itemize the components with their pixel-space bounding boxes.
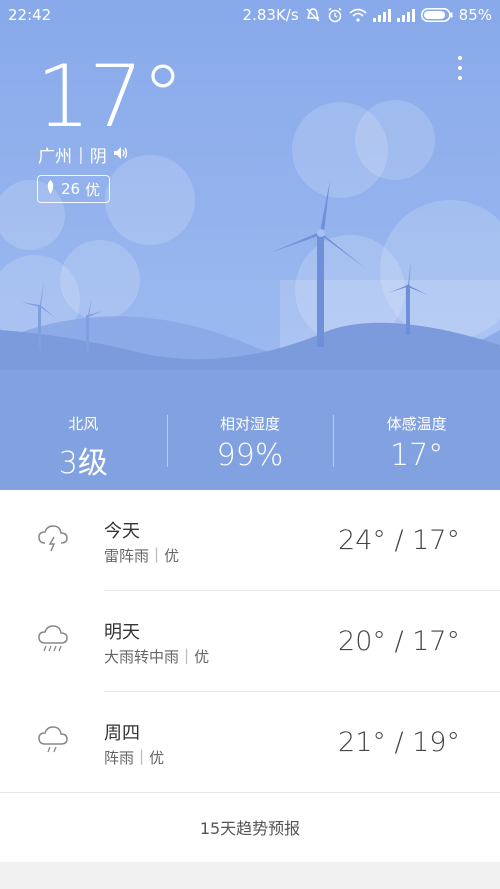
forecast-row-thursday[interactable]: 周四 阵雨 | 优 21° / 19° [0,692,500,793]
forecast-condition: 阵雨 [104,749,135,767]
signal-icon [396,8,415,22]
stat-value: 3级 [58,446,108,481]
speaker-icon[interactable] [113,145,129,165]
weather-header: 22:42 2.83K/s 85% 17° 广州 | 阴 26 优 北风 3级 … [0,0,500,490]
status-bar: 22:42 2.83K/s 85% [0,0,500,30]
thunderstorm-icon [36,523,70,553]
forecast-temps: 21° / 19° [338,727,460,758]
forecast-aqi: 优 [194,648,210,666]
separator: | [139,747,145,765]
stat-value: 17° [390,438,444,473]
city-name: 广州 [38,147,72,167]
stat-label: 体感温度 [386,415,447,433]
battery-icon [420,8,453,22]
alarm-icon [327,7,343,23]
stat-label: 相对湿度 [220,415,281,433]
more-menu-icon[interactable] [452,56,468,80]
aqi-badge[interactable]: 26 优 [37,175,111,203]
forecast-desc: 阵雨 | 优 [104,747,164,768]
forecast-desc: 大雨转中雨 | 优 [104,646,209,667]
stat-humidity: 相对湿度 99% [166,405,334,475]
divider [0,792,500,793]
separator: | [78,144,84,165]
heavy-rain-icon [36,624,70,654]
stat-feels-like: 体感温度 17° [333,405,500,475]
stats-row: 北风 3级 相对湿度 99% 体感温度 17° [0,405,500,481]
bottom-bar [0,862,500,889]
network-speed: 2.83K/s [242,6,299,24]
location-row[interactable]: 广州 | 阴 [38,142,129,167]
separator: | [184,646,190,664]
stat-wind: 北风 3级 [0,405,167,481]
signal-icon [372,8,391,22]
current-condition: 阴 [89,147,107,167]
stat-value: 99% [216,438,284,473]
forecast-row-tomorrow[interactable]: 明天 大雨转中雨 | 优 20° / 17° [0,591,500,692]
forecast-aqi: 优 [164,547,180,565]
forecast-list: 今天 雷阵雨 | 优 24° / 17° 明天 大雨转中雨 | 优 20° / … [0,490,500,793]
battery-level: 85% [458,6,492,24]
mute-icon [305,7,321,23]
separator: | [154,545,160,563]
leaf-icon [45,180,56,198]
forecast-day: 今天 [104,521,140,542]
forecast-day: 明天 [104,622,140,643]
forecast-day: 周四 [104,723,140,744]
forecast-condition: 大雨转中雨 [104,648,180,666]
forecast-temps: 24° / 17° [338,525,460,556]
aqi-value: 26 [61,180,81,198]
stat-label: 北风 [68,415,99,433]
status-time: 22:42 [8,6,52,24]
forecast-temps: 20° / 17° [338,626,460,657]
fifteen-day-forecast-button[interactable]: 15天趋势预报 [0,795,500,859]
current-temperature: 17° [36,47,184,147]
forecast-aqi: 优 [149,749,165,767]
wifi-icon [349,8,367,22]
aqi-level: 优 [85,180,101,199]
forecast-desc: 雷阵雨 | 优 [104,545,179,566]
forecast-condition: 雷阵雨 [104,547,150,565]
forecast-row-today[interactable]: 今天 雷阵雨 | 优 24° / 17° [0,490,500,591]
shower-icon [36,725,70,755]
